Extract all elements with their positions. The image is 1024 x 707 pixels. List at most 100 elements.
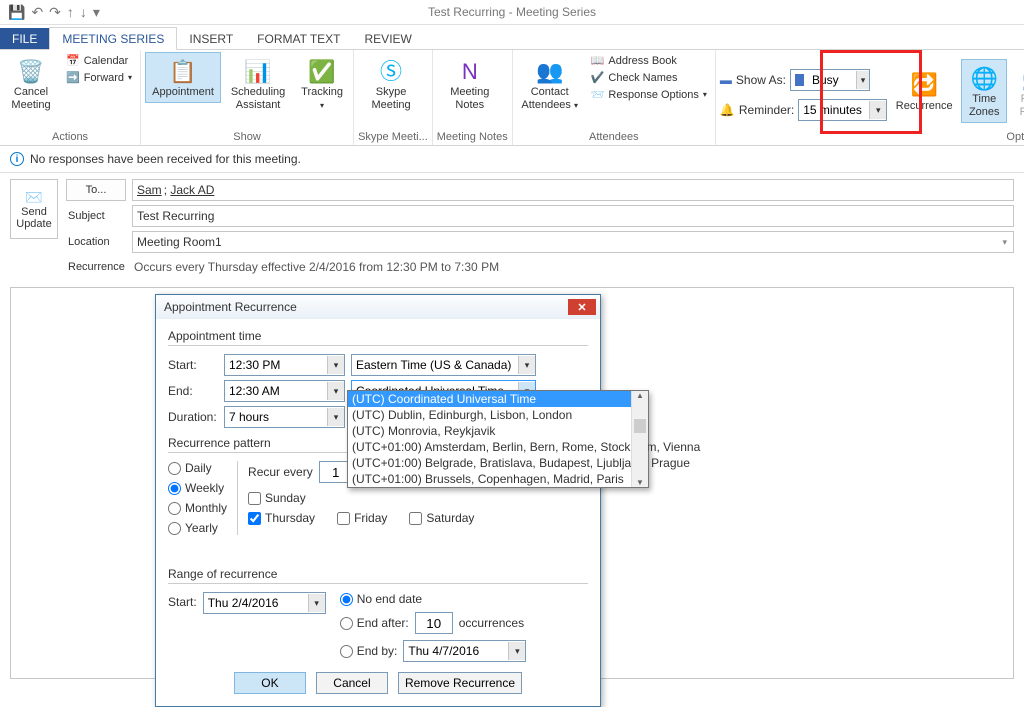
message-body[interactable]: Appointment Recurrence ✕ Appointment tim… xyxy=(10,287,1014,679)
thursday-check[interactable]: Thursday xyxy=(248,511,315,525)
end-time-combo[interactable]: ▾ xyxy=(224,380,345,402)
group-skype-label: Skype Meeti... xyxy=(358,131,428,145)
showas-combo[interactable]: ▾ xyxy=(790,69,870,91)
tz-option[interactable]: (UTC) Dublin, Edinburgh, Lisbon, London xyxy=(348,407,648,423)
redo-icon[interactable]: ↷ xyxy=(49,4,61,21)
end-by-radio[interactable]: End by: xyxy=(340,644,398,658)
skype-icon: Ⓢ xyxy=(380,56,402,86)
close-button[interactable]: ✕ xyxy=(568,299,596,315)
start-time-combo[interactable]: ▾ xyxy=(224,354,345,376)
scroll-thumb[interactable] xyxy=(634,419,646,433)
chevron-down-icon[interactable]: ▾ xyxy=(856,71,869,89)
chevron-down-icon[interactable]: ▾ xyxy=(1002,237,1009,248)
recur-every-label: Recur every xyxy=(248,465,313,479)
window-title: Test Recurring - Meeting Series xyxy=(428,5,596,19)
time-zones-button[interactable]: 🌐 Time Zones xyxy=(961,59,1007,123)
range-start-label: Start: xyxy=(168,592,197,609)
location-field[interactable]: Meeting Room1▾ xyxy=(132,231,1014,253)
reminder-combo[interactable]: ▾ xyxy=(798,99,887,121)
send-update-button[interactable]: ✉️ Send Update xyxy=(10,179,58,239)
end-by-combo[interactable]: ▾ xyxy=(403,640,526,662)
saturday-check[interactable]: Saturday xyxy=(409,511,474,525)
chevron-down-icon[interactable]: ▾ xyxy=(869,101,886,119)
tab-review[interactable]: REVIEW xyxy=(353,28,424,49)
tracking-button[interactable]: ✅ Tracking ▾ xyxy=(295,52,349,116)
chevron-down-icon[interactable]: ▾ xyxy=(327,382,344,400)
to-field[interactable]: Sam; Jack AD xyxy=(132,179,1014,201)
tab-meeting-series[interactable]: MEETING SERIES xyxy=(49,27,177,50)
showas-icon: ▬ xyxy=(720,73,732,87)
info-icon: i xyxy=(10,152,24,166)
meeting-notes-button[interactable]: N Meeting Notes xyxy=(437,52,503,116)
chevron-down-icon[interactable]: ▾ xyxy=(308,594,325,612)
scroll-up-icon[interactable]: ▲ xyxy=(632,391,648,400)
start-timezone-combo[interactable]: ▾ xyxy=(351,354,536,376)
no-end-date-radio[interactable]: No end date xyxy=(340,592,527,606)
scheduling-assistant-button[interactable]: 📊 Scheduling Assistant xyxy=(225,52,291,116)
scrollbar[interactable]: ▲ ▼ xyxy=(631,391,648,487)
dialog-titlebar[interactable]: Appointment Recurrence ✕ xyxy=(156,295,600,319)
tab-insert[interactable]: INSERT xyxy=(177,28,245,49)
forward-button[interactable]: ➡️Forward▾ xyxy=(62,69,136,86)
start-time-input[interactable] xyxy=(225,356,327,374)
end-by-input[interactable] xyxy=(404,642,508,660)
skype-meeting-button[interactable]: Ⓢ Skype Meeting xyxy=(358,52,424,116)
check-names-button[interactable]: ✔️Check Names xyxy=(587,69,711,86)
range-start-combo[interactable]: ▾ xyxy=(203,592,326,614)
sunday-check[interactable]: Sunday xyxy=(248,491,306,505)
daily-radio[interactable]: Daily xyxy=(168,461,227,475)
cancel-button[interactable]: Cancel xyxy=(316,672,388,694)
appointment-button[interactable]: 📋 Appointment xyxy=(145,52,221,103)
chevron-down-icon: ▾ xyxy=(320,101,324,110)
duration-input[interactable] xyxy=(225,408,327,426)
recurrence-button[interactable]: 🔁 Recurrence xyxy=(891,66,957,117)
chevron-down-icon[interactable]: ▾ xyxy=(327,356,344,374)
timezone-dropdown[interactable]: (UTC) Coordinated Universal Time (UTC) D… xyxy=(347,390,649,488)
chevron-down-icon[interactable]: ▾ xyxy=(508,642,525,660)
weekly-radio[interactable]: Weekly xyxy=(168,481,227,495)
reminder-value[interactable] xyxy=(799,101,869,119)
tab-file[interactable]: FILE xyxy=(0,28,49,49)
end-after-radio[interactable]: End after: xyxy=(340,616,409,630)
undo-icon[interactable]: ↶ xyxy=(31,4,43,21)
tab-format-text[interactable]: FORMAT TEXT xyxy=(245,28,352,49)
save-icon[interactable]: 💾 xyxy=(8,4,25,21)
chevron-down-icon[interactable]: ▾ xyxy=(518,356,535,374)
address-book-button[interactable]: 📖Address Book xyxy=(587,52,711,69)
yearly-radio[interactable]: Yearly xyxy=(168,521,227,535)
to-button[interactable]: To... xyxy=(66,179,126,201)
subject-field[interactable]: Test Recurring xyxy=(132,205,1014,227)
recipient-chip[interactable]: Jack AD xyxy=(170,183,214,197)
showas-value[interactable] xyxy=(808,71,856,89)
prev-icon[interactable]: ↑ xyxy=(67,4,74,20)
contact-attendees-button[interactable]: 👥 Contact Attendees ▾ xyxy=(517,52,583,116)
monthly-radio[interactable]: Monthly xyxy=(168,501,227,515)
recurrence-icon: 🔁 xyxy=(911,70,938,100)
tz-option[interactable]: (UTC) Monrovia, Reykjavik xyxy=(348,423,648,439)
end-time-input[interactable] xyxy=(225,382,327,400)
response-options-button[interactable]: 📨Response Options ▾ xyxy=(587,86,711,103)
group-actions: 🗑️ Cancel Meeting 📅Calendar ➡️Forward▾ A… xyxy=(0,50,141,145)
next-icon[interactable]: ↓ xyxy=(80,4,87,20)
notes-label: Meeting Notes xyxy=(440,86,500,112)
tz-option[interactable]: (UTC) Coordinated Universal Time xyxy=(348,391,648,407)
ok-button[interactable]: OK xyxy=(234,672,306,694)
chevron-down-icon[interactable]: ▾ xyxy=(327,408,344,426)
friday-check[interactable]: Friday xyxy=(337,511,387,525)
scroll-down-icon[interactable]: ▼ xyxy=(632,478,648,487)
duration-combo[interactable]: ▾ xyxy=(224,406,345,428)
cancel-meeting-button[interactable]: 🗑️ Cancel Meeting xyxy=(4,52,58,116)
tz-option[interactable]: (UTC+01:00) Belgrade, Bratislava, Budape… xyxy=(348,455,648,471)
tz-option[interactable]: (UTC+01:00) Brussels, Copenhagen, Madrid… xyxy=(348,471,648,487)
room-finder-button[interactable]: 👥 Room Finder xyxy=(1011,59,1024,123)
contact-label: Contact Attendees xyxy=(521,86,571,111)
recipient-chip[interactable]: Sam xyxy=(137,183,162,197)
remove-recurrence-button[interactable]: Remove Recurrence xyxy=(398,672,522,694)
tz-option[interactable]: (UTC+01:00) Amsterdam, Berlin, Bern, Rom… xyxy=(348,439,648,455)
range-start-input[interactable] xyxy=(204,594,308,612)
customize-qat-icon[interactable]: ▾ xyxy=(93,4,100,21)
start-tz-input[interactable] xyxy=(352,356,518,374)
end-after-input[interactable] xyxy=(415,612,453,634)
reminder-icon: 🔔 xyxy=(720,103,735,117)
calendar-button[interactable]: 📅Calendar xyxy=(62,52,136,69)
